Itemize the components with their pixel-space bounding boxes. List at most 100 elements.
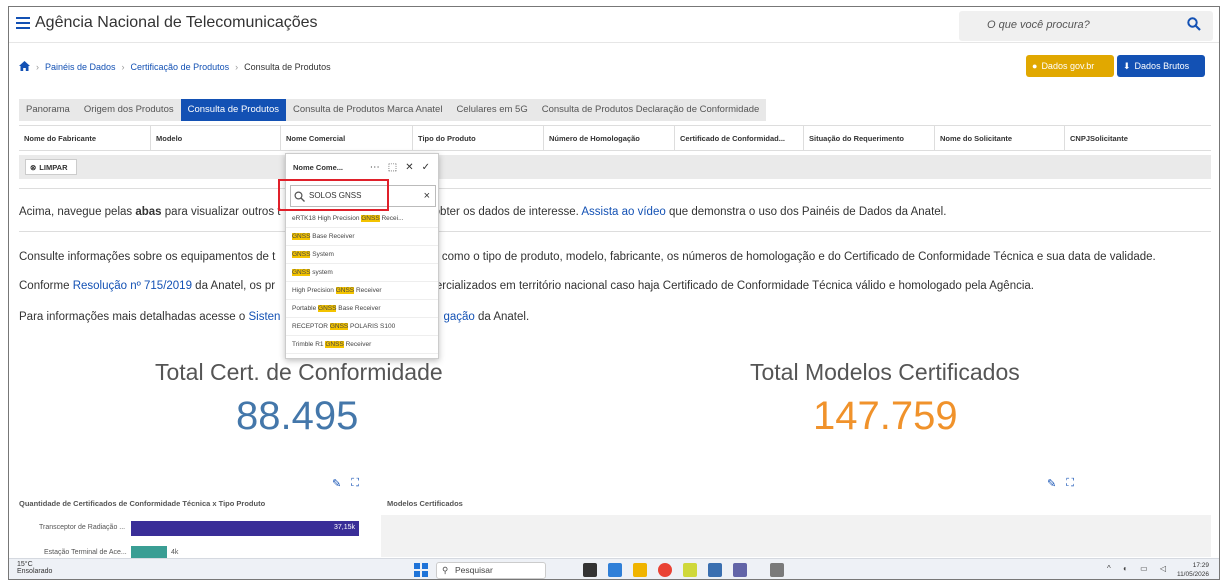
tab-panorama[interactable]: Panorama	[19, 99, 77, 121]
database-icon: ●	[1032, 61, 1038, 71]
search-placeholder: O que você procura?	[987, 19, 1090, 31]
list-item[interactable]: GNSS Base Receiver	[286, 228, 438, 246]
time: 17:29	[1192, 562, 1209, 569]
popup-result-list: eRTK18 High Precision GNSS Recei... GNSS…	[286, 210, 438, 354]
weather-condition: Ensolarado	[17, 568, 53, 575]
breadcrumb-paineis[interactable]: Painéis de Dados	[45, 62, 116, 72]
info-paragraph: Consulte informações sobre os equipament…	[19, 251, 1156, 263]
system-link[interactable]: Sisten	[248, 311, 280, 323]
download-icon: ⬇	[1123, 60, 1131, 71]
bar-label: Transceptor de Radiação ...	[39, 524, 126, 531]
task-view-icon[interactable]	[583, 563, 597, 577]
resolution-text: Conforme	[19, 280, 73, 292]
video-link[interactable]: Assista ao vídeo	[581, 206, 665, 218]
info-text: Consulte informações sobre os equipament…	[19, 251, 276, 263]
clear-search-icon[interactable]: ×	[424, 186, 430, 206]
app-icon[interactable]	[683, 563, 697, 577]
kpi-models-value: 147.759	[813, 394, 958, 438]
folder-icon[interactable]	[633, 563, 647, 577]
site-title[interactable]: Agência Nacional de Telecomunicações	[35, 14, 318, 32]
chrome-icon[interactable]	[658, 563, 672, 577]
breadcrumb: › Painéis de Dados › Certificação de Pro…	[19, 61, 331, 73]
right-chart-tools: ✎ ⛶	[1047, 477, 1074, 490]
site-search-field[interactable]: O que você procura?	[959, 11, 1213, 41]
kpi-cert-value: 88.495	[236, 394, 359, 438]
chevron-right-icon: ›	[36, 62, 39, 72]
list-item[interactable]: RECEPTOR GNSS POLARIS S100	[286, 318, 438, 336]
left-chart-tools: ✎ ⛶	[332, 477, 359, 490]
system-link-tail[interactable]: gação	[443, 311, 474, 323]
filter-tipo-produto[interactable]: Tipo do Produto	[413, 126, 544, 150]
list-item[interactable]: eRTK18 High Precision GNSS Recei...	[286, 210, 438, 228]
tab-consulta-produtos[interactable]: Consulta de Produtos	[180, 99, 286, 121]
selection-tool-icon[interactable]: ⬚	[388, 162, 397, 173]
dados-gov-label: Dados gov.br	[1041, 61, 1095, 71]
search-icon[interactable]	[1187, 17, 1201, 36]
dados-brutos-button[interactable]: ⬇ Dados Brutos	[1117, 55, 1205, 77]
bar-label: Estação Terminal de Ace...	[44, 549, 127, 556]
taskbar-search-label: Pesquisar	[455, 565, 493, 575]
intro-paragraph: Acima, navegue pelas abas para visualiza…	[19, 206, 946, 218]
edit-icon[interactable]: ✎	[1047, 477, 1056, 490]
more-options-icon[interactable]: ⋯	[370, 162, 380, 173]
tab-declaracao[interactable]: Consulta de Produtos Declaração de Confo…	[535, 99, 767, 121]
filter-solicitante[interactable]: Nome do Solicitante	[935, 126, 1065, 150]
filter-cnpj[interactable]: CNPJSolicitante	[1065, 126, 1211, 150]
filter-certificado[interactable]: Certificado de Conformidad...	[675, 126, 804, 150]
filter-modelo[interactable]: Modelo	[151, 126, 281, 150]
resolution-paragraph: Conforme Resolução nº 715/2019 da Anatel…	[19, 280, 1034, 292]
left-chart-title: Quantidade de Certificados de Conformida…	[19, 499, 266, 508]
list-item[interactable]: High Precision GNSS Receiver	[286, 282, 438, 300]
list-item[interactable]: Trimble R1 GNSS Receiver	[286, 336, 438, 354]
filter-situacao[interactable]: Situação do Requerimento	[804, 126, 935, 150]
list-item[interactable]: GNSS system	[286, 264, 438, 282]
fullscreen-icon[interactable]: ⛶	[1066, 477, 1074, 490]
filter-fabricante[interactable]: Nome do Fabricante	[19, 126, 151, 150]
tab-celulares-5g[interactable]: Celulares em 5G	[449, 99, 534, 121]
breadcrumb-certificacao[interactable]: Certificação de Produtos	[131, 62, 230, 72]
dados-brutos-label: Dados Brutos	[1134, 61, 1190, 71]
edit-icon[interactable]: ✎	[332, 477, 341, 490]
kpi-cert-label: Total Cert. de Conformidade	[155, 359, 443, 385]
close-icon[interactable]: ✕	[405, 162, 413, 173]
right-chart-area	[381, 515, 1211, 557]
tab-origem[interactable]: Origem dos Produtos	[77, 99, 181, 121]
confirm-check-icon[interactable]: ✓	[422, 162, 430, 173]
tab-marca-anatel[interactable]: Consulta de Produtos Marca Anatel	[286, 99, 449, 121]
intro-text: obter os dados de interesse.	[430, 206, 582, 218]
app-icon[interactable]	[770, 563, 784, 577]
clear-button[interactable]: ⊗ LIMPAR	[25, 159, 77, 175]
filter-header-row: Nome do Fabricante Modelo Nome Comercial…	[19, 125, 1211, 151]
system-tray[interactable]: ^ ◐ ▭ ◁	[1107, 564, 1171, 573]
filter-nome-comercial[interactable]: Nome Comercial	[281, 126, 413, 150]
app-icon[interactable]	[708, 563, 722, 577]
chevron-right-icon: ›	[121, 62, 125, 72]
list-item[interactable]: GNSS System	[286, 246, 438, 264]
tab-bar: Panorama Origem dos Produtos Consulta de…	[19, 99, 767, 121]
divider	[19, 188, 1211, 189]
chevron-right-icon: ›	[235, 62, 239, 72]
store-icon[interactable]	[608, 563, 622, 577]
clock[interactable]: 17:29 11/05/2026	[1177, 561, 1209, 579]
filter-homologacao[interactable]: Número de Homologação	[544, 126, 675, 150]
menu-icon[interactable]	[16, 17, 30, 29]
browser-viewport: Agência Nacional de Telecomunicações O q…	[8, 6, 1220, 580]
home-icon[interactable]	[19, 61, 30, 73]
search-icon: ⚲	[442, 565, 449, 575]
divider	[19, 231, 1211, 232]
intro-text: Acima, navegue pelas	[19, 206, 136, 218]
resolution-link[interactable]: Resolução nº 715/2019	[73, 280, 192, 292]
bar[interactable]: 37,15k	[131, 521, 359, 536]
abas-bold: abas	[135, 206, 162, 218]
windows-start-icon[interactable]	[414, 563, 428, 577]
teams-icon[interactable]	[733, 563, 747, 577]
fullscreen-icon[interactable]: ⛶	[351, 477, 359, 490]
close-circle-icon: ⊗	[30, 162, 37, 172]
taskbar-apps	[583, 563, 784, 577]
filter-actions-bar: ⊗ LIMPAR	[19, 155, 1211, 179]
list-item[interactable]: Portable GNSS Base Receiver	[286, 300, 438, 318]
weather-widget[interactable]: 15°C Ensolarado	[17, 561, 52, 575]
dados-gov-button[interactable]: ● Dados gov.br	[1026, 55, 1114, 77]
resolution-text: r comercializados em território nacional…	[407, 280, 1034, 292]
taskbar-search[interactable]: ⚲ Pesquisar	[436, 562, 546, 579]
